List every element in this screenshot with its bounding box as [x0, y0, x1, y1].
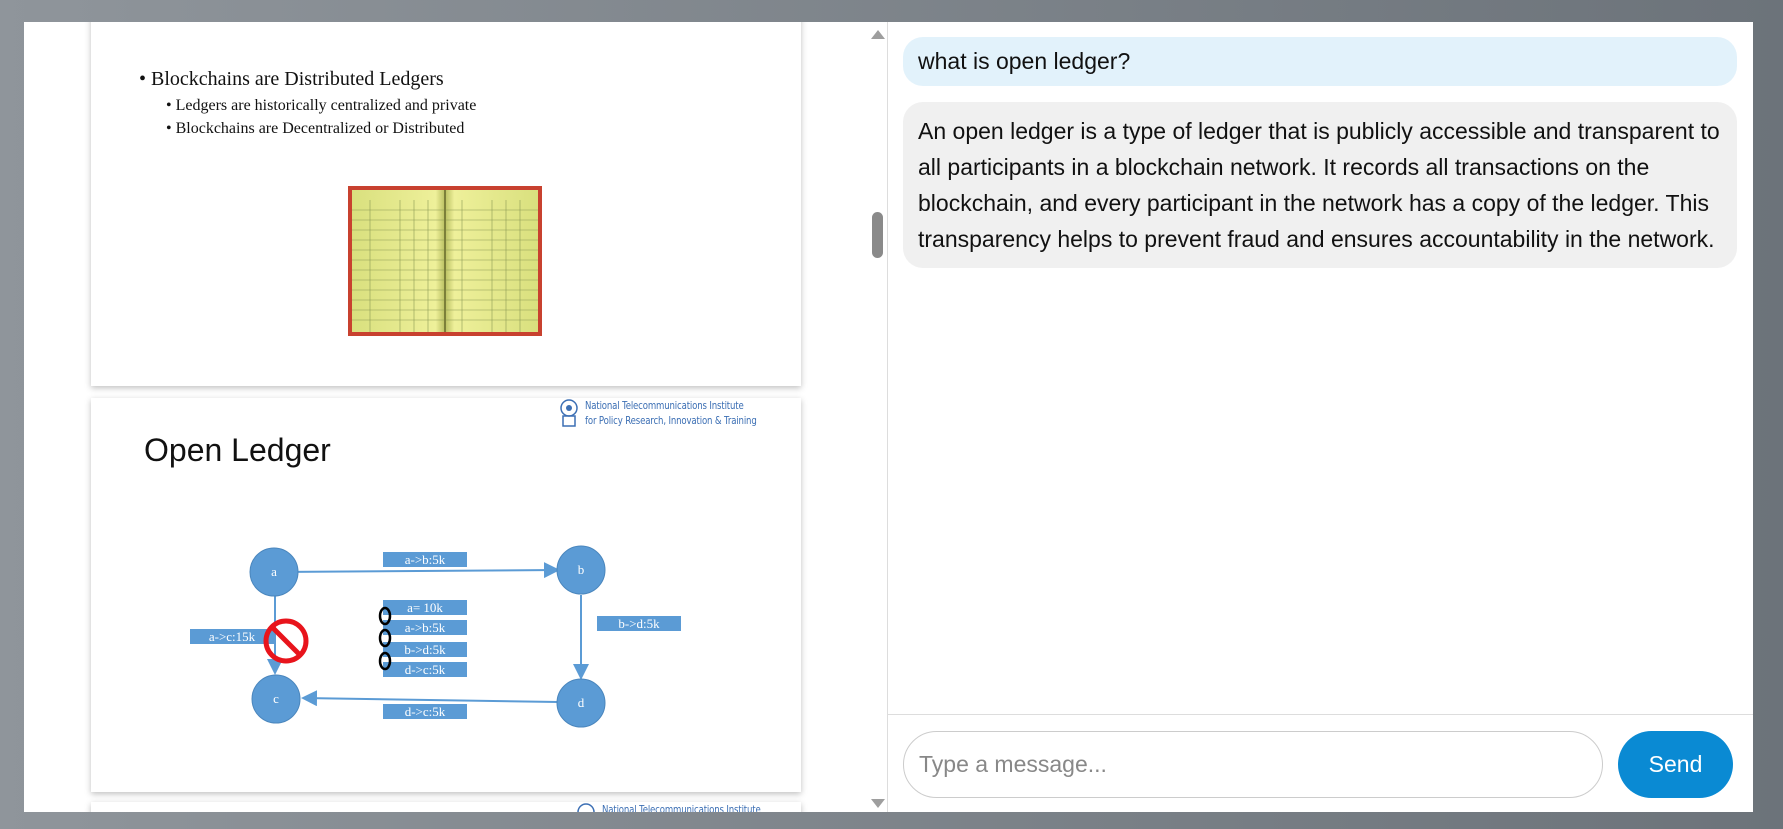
node-a: a	[249, 547, 299, 597]
open-ledger-diagram: a b c d a->b:5k b->d:5k d->c:5k a->c:15k…	[190, 545, 681, 728]
node-b: b	[556, 545, 606, 595]
institute-logo: National Telecommunications Institute	[574, 802, 805, 812]
slide-viewer[interactable]: • Blockchains are Distributed Ledgers • …	[24, 22, 887, 812]
ledger-entry: d->c:5k	[383, 662, 467, 677]
viewer-scrollbar[interactable]	[868, 22, 886, 812]
ledger-book-image	[348, 186, 542, 336]
slide-next: National Telecommunications Institute	[91, 802, 801, 812]
ledger-entry: a= 10k	[383, 600, 467, 615]
svg-text:b->d:5k: b->d:5k	[618, 616, 660, 631]
sub-bullet: • Ledgers are historically centralized a…	[166, 97, 477, 114]
slide-distributed-ledgers: • Blockchains are Distributed Ledgers • …	[91, 22, 801, 386]
svg-text:a->c:15k: a->c:15k	[209, 629, 256, 644]
edge-a-b	[275, 562, 560, 579]
app-window: • Blockchains are Distributed Ledgers • …	[24, 22, 1753, 812]
slide-open-ledger: National Telecommunications Institute fo…	[91, 398, 801, 792]
node-c: c	[251, 674, 301, 724]
svg-text:d->c:5k: d->c:5k	[405, 662, 446, 677]
edge-label-bd: b->d:5k	[597, 616, 681, 631]
ledger-entry: b->d:5k	[383, 642, 467, 657]
bullet-main: • Blockchains are Distributed Ledgers	[139, 68, 444, 90]
svg-text:a: a	[271, 564, 277, 579]
svg-text:d: d	[578, 695, 585, 710]
svg-text:d->c:5k: d->c:5k	[405, 704, 446, 719]
composer: Send	[888, 714, 1753, 812]
svg-text:a->b:5k: a->b:5k	[405, 620, 446, 635]
message-input[interactable]	[903, 731, 1603, 798]
svg-text:b: b	[578, 562, 585, 577]
user-message: what is open ledger?	[903, 37, 1737, 86]
institute-logo	[781, 22, 805, 26]
svg-text:a= 10k: a= 10k	[407, 600, 443, 615]
svg-text:c: c	[273, 691, 279, 706]
bot-message: An open ledger is a type of ledger that …	[903, 102, 1737, 268]
svg-text:b->d:5k: b->d:5k	[404, 642, 446, 657]
ledger-entry: a->b:5k	[383, 620, 467, 635]
message-list: what is open ledger? An open ledger is a…	[903, 37, 1738, 268]
svg-text:a->b:5k: a->b:5k	[405, 552, 446, 567]
edge-d-c	[301, 690, 559, 707]
emblem-icon	[576, 803, 595, 812]
bullet-list: • Blockchains are Distributed Ledgers • …	[139, 68, 476, 143]
edge-label-dc: d->c:5k	[383, 704, 467, 719]
chain-link-icon	[378, 606, 392, 671]
node-d: d	[556, 678, 606, 728]
logo-line-1: National Telecommunications Institute	[601, 803, 761, 812]
ledger-lines	[352, 190, 538, 332]
emblem-icon	[781, 22, 805, 26]
sub-bullet: • Blockchains are Decentralized or Distr…	[166, 120, 465, 137]
scroll-up-icon[interactable]	[871, 30, 885, 39]
scroll-down-icon[interactable]	[871, 799, 885, 808]
send-button[interactable]: Send	[1618, 731, 1733, 798]
edge-label-ac: a->c:15k	[190, 629, 274, 644]
edge-label-ab: a->b:5k	[383, 552, 467, 567]
scrollbar-thumb[interactable]	[872, 212, 883, 258]
chat-panel: what is open ledger? An open ledger is a…	[887, 22, 1753, 812]
